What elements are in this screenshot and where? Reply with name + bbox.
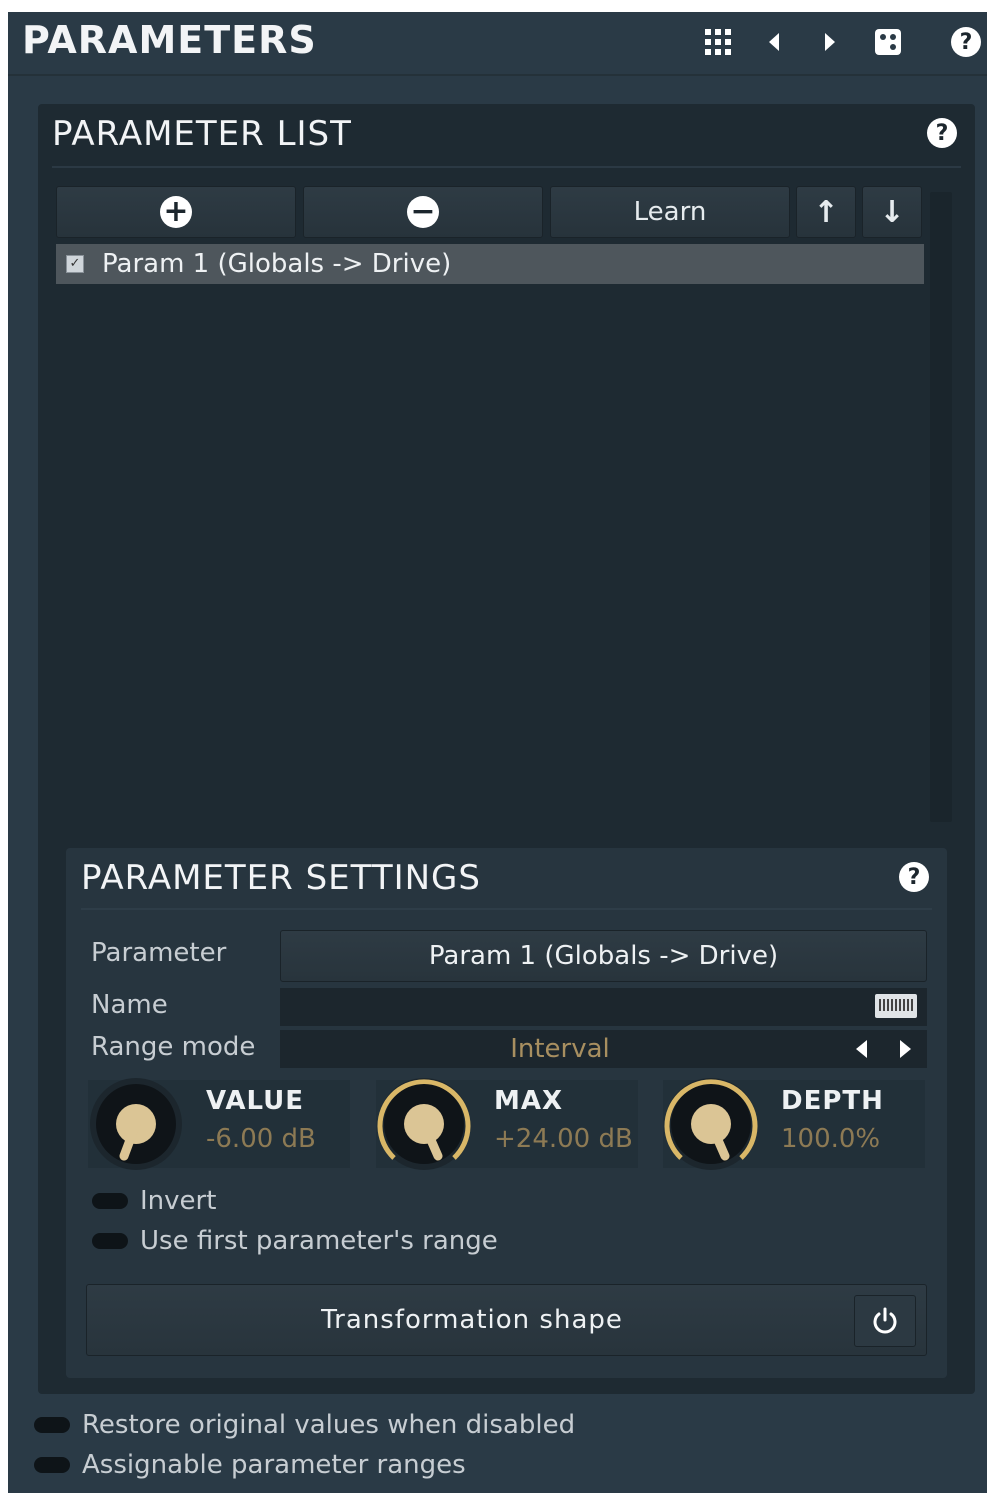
toggle-switch-icon[interactable] xyxy=(92,1233,128,1249)
range-mode-label: Range mode xyxy=(91,1032,256,1062)
range-next-icon[interactable] xyxy=(900,1040,911,1058)
max-knob[interactable] xyxy=(376,1076,476,1176)
range-mode-value: Interval xyxy=(510,1034,610,1064)
assignable-ranges-toggle[interactable]: Assignable parameter ranges xyxy=(34,1450,466,1480)
parameter-list: ✓ Param 1 (Globals -> Drive) xyxy=(56,242,924,932)
help-icon[interactable]: ? xyxy=(950,26,982,58)
parameter-list-title: PARAMETER LIST xyxy=(52,114,352,154)
value-title: VALUE xyxy=(206,1086,304,1116)
move-down-button[interactable]: ↓ xyxy=(862,186,922,238)
next-icon[interactable] xyxy=(814,26,846,58)
invert-toggle[interactable]: Invert xyxy=(92,1186,216,1216)
help-glyph: ? xyxy=(927,118,957,148)
parameter-settings-panel: PARAMETER SETTINGS ? Parameter Param 1 (… xyxy=(66,848,947,1378)
toggle-switch-icon[interactable] xyxy=(92,1193,128,1209)
use-first-range-label: Use first parameter's range xyxy=(140,1226,498,1256)
list-item[interactable]: ✓ Param 1 (Globals -> Drive) xyxy=(56,244,924,284)
range-mode-selector[interactable]: Interval xyxy=(280,1030,927,1068)
max-title: MAX xyxy=(494,1086,564,1116)
max-knob-group: MAX +24.00 dB xyxy=(376,1078,638,1170)
name-field[interactable] xyxy=(280,988,927,1026)
value-knob-group: VALUE -6.00 dB xyxy=(88,1078,350,1170)
parameter-select-button[interactable]: Param 1 (Globals -> Drive) xyxy=(280,930,927,982)
toggle-switch-icon[interactable] xyxy=(34,1417,70,1433)
depth-readout: 100.0% xyxy=(781,1124,881,1154)
depth-title: DEPTH xyxy=(781,1086,884,1116)
value-knob[interactable] xyxy=(88,1076,188,1176)
restore-values-label: Restore original values when disabled xyxy=(82,1410,576,1440)
grid-icon[interactable] xyxy=(702,26,734,58)
keyboard-icon[interactable] xyxy=(875,994,917,1018)
prev-icon[interactable] xyxy=(758,26,790,58)
max-readout: +24.00 dB xyxy=(494,1124,633,1154)
arrow-up-icon: ↑ xyxy=(813,194,839,230)
help-glyph: ? xyxy=(951,27,981,57)
toggle-switch-icon[interactable] xyxy=(34,1457,70,1473)
name-label: Name xyxy=(91,990,168,1020)
arrow-down-icon: ↓ xyxy=(879,194,905,230)
parameter-settings-title: PARAMETER SETTINGS xyxy=(81,858,481,898)
add-icon: + xyxy=(160,196,192,228)
remove-icon: − xyxy=(407,196,439,228)
remove-parameter-button[interactable]: − xyxy=(303,186,543,238)
dice-icon[interactable] xyxy=(872,26,904,58)
restore-values-toggle[interactable]: Restore original values when disabled xyxy=(34,1410,575,1440)
checkbox-icon[interactable]: ✓ xyxy=(66,255,84,273)
learn-button[interactable]: Learn xyxy=(550,186,790,238)
power-icon xyxy=(873,1307,897,1334)
parameters-header: PARAMETERS ? xyxy=(8,12,987,76)
add-parameter-button[interactable]: + xyxy=(56,186,296,238)
help-glyph: ? xyxy=(899,862,929,892)
range-prev-icon[interactable] xyxy=(856,1040,867,1058)
parameter-list-help-icon[interactable]: ? xyxy=(927,118,957,148)
value-readout: -6.00 dB xyxy=(206,1124,316,1154)
parameters-window: PARAMETERS ? PARAMETER LIST ? + − Learn … xyxy=(8,12,987,1493)
assignable-ranges-label: Assignable parameter ranges xyxy=(82,1450,466,1480)
divider xyxy=(52,166,961,168)
power-button[interactable] xyxy=(854,1295,916,1347)
parameter-label: Parameter xyxy=(91,938,227,968)
divider xyxy=(81,908,932,910)
invert-label: Invert xyxy=(140,1186,217,1216)
list-scrollbar[interactable] xyxy=(930,192,952,822)
transformation-shape-button[interactable]: Transformation shape xyxy=(86,1284,927,1356)
depth-knob-group: DEPTH 100.0% xyxy=(663,1078,925,1170)
use-first-range-toggle[interactable]: Use first parameter's range xyxy=(92,1226,498,1256)
list-item-label: Param 1 (Globals -> Drive) xyxy=(102,249,452,279)
parameter-list-panel: PARAMETER LIST ? + − Learn ↑ ↓ ✓ Param 1… xyxy=(38,104,975,1394)
depth-knob[interactable] xyxy=(663,1076,763,1176)
parameter-settings-help-icon[interactable]: ? xyxy=(899,862,929,892)
move-up-button[interactable]: ↑ xyxy=(796,186,856,238)
transformation-shape-label: Transformation shape xyxy=(321,1305,623,1335)
page-title: PARAMETERS xyxy=(22,18,317,62)
